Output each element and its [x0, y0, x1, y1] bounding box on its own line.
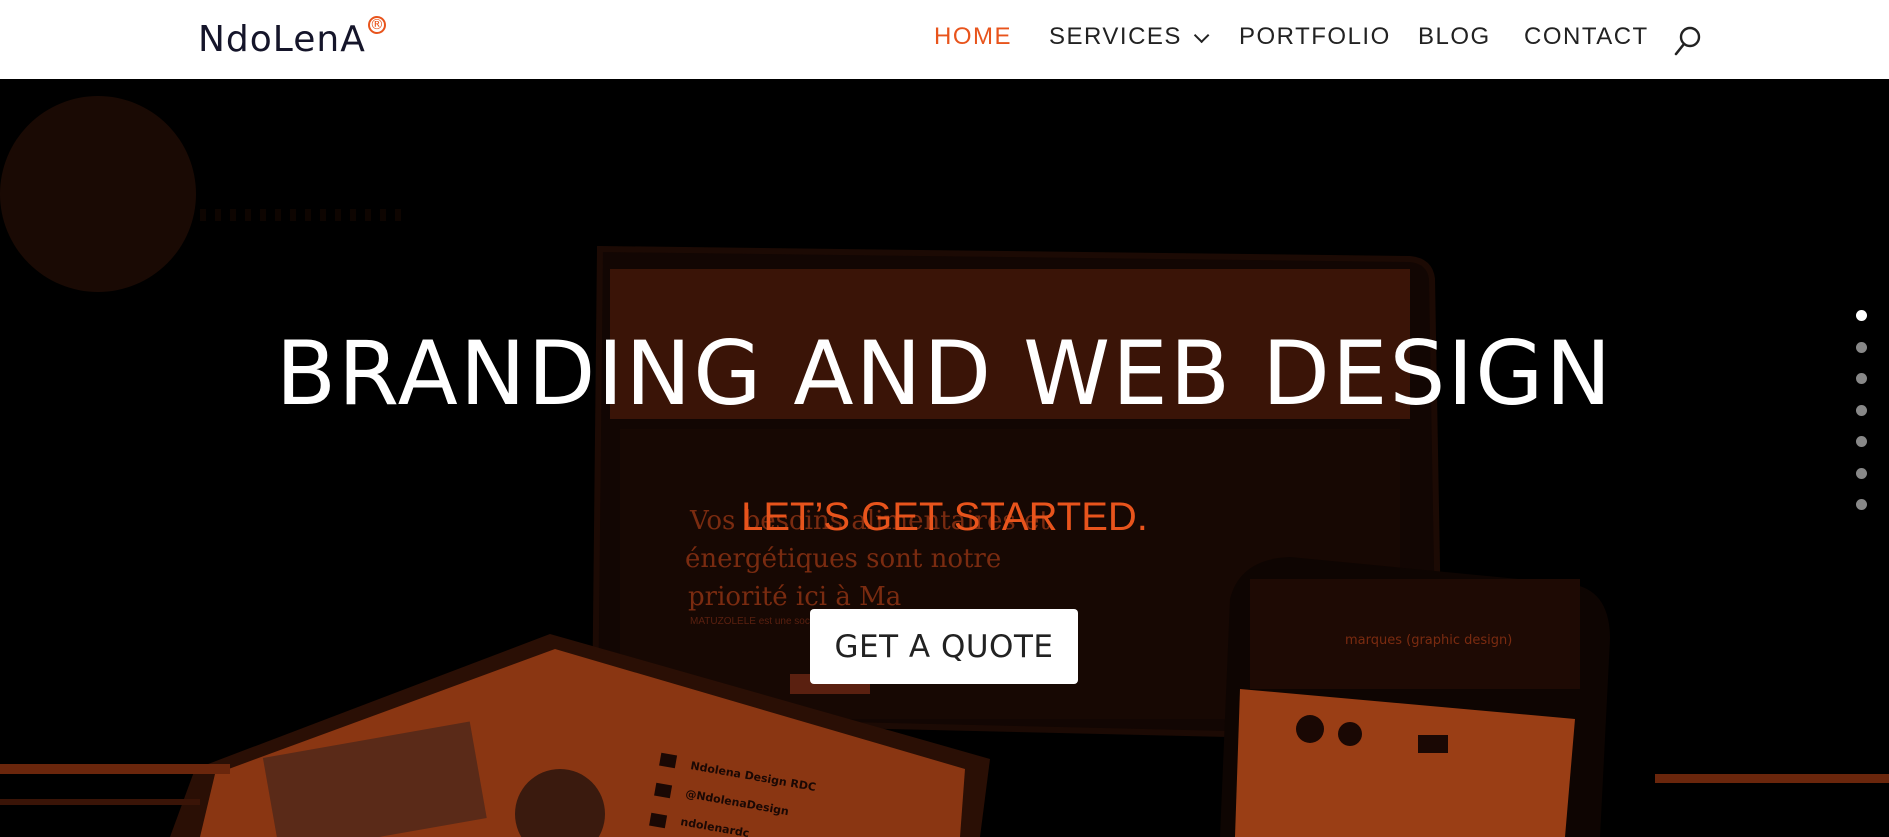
- nav-services[interactable]: SERVICES: [1049, 23, 1210, 51]
- laptop-text-3: priorité ici à Ma: [688, 582, 901, 612]
- registered-mark: ®: [367, 16, 386, 34]
- hero-headline: BRANDING AND WEB DESIGN: [275, 322, 1614, 425]
- nav-services-label: SERVICES: [1049, 23, 1182, 50]
- nav-blog[interactable]: BLOG: [1418, 23, 1491, 51]
- nav-contact[interactable]: CONTACT: [1524, 23, 1649, 51]
- laptop-text-2: énergétiques sont notre: [685, 544, 1001, 574]
- get-a-quote-button[interactable]: GET A QUOTE: [810, 609, 1078, 684]
- nav-home[interactable]: HOME: [934, 23, 1012, 51]
- phone-title: marques (graphic design): [1345, 633, 1512, 648]
- slide-dot-4[interactable]: [1856, 404, 1867, 416]
- site-header: NdoLenA ® HOME SERVICES PORTFOLIO BLOG C…: [0, 0, 1889, 79]
- search-icon[interactable]: [1674, 26, 1702, 56]
- slider-pagination: [1856, 310, 1868, 531]
- slide-dot-2[interactable]: [1856, 341, 1867, 353]
- slide-dot-6[interactable]: [1856, 467, 1867, 479]
- slide-dot-7[interactable]: [1856, 499, 1867, 510]
- nav-portfolio[interactable]: PORTFOLIO: [1239, 23, 1391, 51]
- laptop-text-small: MATUZOLELE est une société: [690, 616, 826, 627]
- hero-subheadline: LET’S GET STARTED.: [741, 495, 1148, 539]
- slide-dot-1[interactable]: [1856, 310, 1867, 321]
- slide-dot-3[interactable]: [1856, 373, 1867, 384]
- slide-dot-5[interactable]: [1856, 436, 1867, 447]
- site-logo[interactable]: NdoLenA ®: [198, 16, 386, 62]
- chevron-down-icon: [1193, 27, 1210, 43]
- hero-slider: Vos besoins alimentaires et énergétiques…: [0, 79, 1889, 837]
- logo-text: NdoLenA: [198, 19, 366, 60]
- hero-background-image: Vos besoins alimentaires et énergétiques…: [0, 79, 1889, 837]
